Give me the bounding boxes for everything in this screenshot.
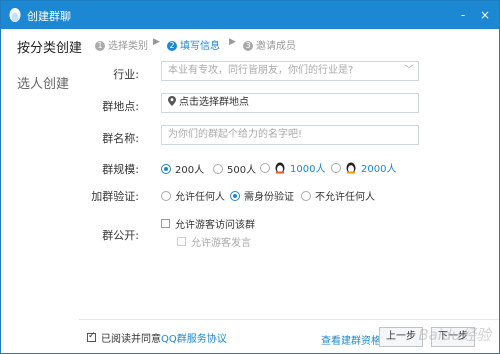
svip-penguin-icon bbox=[346, 162, 356, 174]
step-arrow-icon: ▶ bbox=[153, 37, 160, 47]
view-eligibility-link[interactable]: 查看建群资格 bbox=[321, 332, 381, 347]
agree-checkbox[interactable]: 已阅读并同意QQ群服务协议 bbox=[87, 330, 227, 345]
window-title: 创建群聊 bbox=[27, 10, 71, 23]
qq-penguin-icon bbox=[9, 8, 21, 22]
size-200-radio[interactable]: 200人 bbox=[161, 161, 204, 176]
step-arrow-icon: ▶ bbox=[229, 37, 236, 47]
allow-guest-speak-checkbox[interactable]: 允许游客发言 bbox=[177, 234, 251, 249]
public-label: 群公开: bbox=[102, 229, 139, 242]
step-2: 2 填写信息 bbox=[167, 37, 220, 52]
location-pin-icon bbox=[168, 96, 176, 106]
size-2000-radio[interactable]: 2000人 bbox=[331, 160, 396, 175]
sidebar-item-by-people[interactable]: 选人创建 bbox=[17, 73, 69, 92]
verify-anyone-radio[interactable]: 允许任何人 bbox=[161, 188, 225, 203]
location-label: 群地点: bbox=[102, 100, 139, 113]
sidebar: 按分类创建 选人创建 bbox=[1, 29, 82, 353]
allow-guest-visit-checkbox[interactable]: 允许游客访问该群 bbox=[161, 216, 255, 231]
vip-penguin-icon bbox=[275, 162, 285, 174]
baidu-watermark: Baidu经验 bbox=[418, 326, 491, 344]
size-1000-radio[interactable]: 1000人 bbox=[260, 160, 325, 175]
verify-noone-radio[interactable]: 不允许任何人 bbox=[301, 188, 375, 203]
industry-label: 行业: bbox=[113, 68, 139, 81]
prev-step-button[interactable]: 上一步 bbox=[379, 327, 423, 347]
sidebar-item-by-category[interactable]: 按分类创建 bbox=[17, 37, 82, 56]
step-1: 1 选择类别 bbox=[95, 37, 148, 52]
industry-select[interactable]: 本业有专攻，同行皆朋友，你们的行业是? ﹀ bbox=[161, 61, 419, 81]
close-button[interactable]: × bbox=[477, 7, 493, 23]
verify-identity-radio[interactable]: 需身份验证 bbox=[230, 188, 294, 203]
group-name-label: 群名称: bbox=[102, 132, 139, 145]
service-agreement-link[interactable]: QQ群服务协议 bbox=[161, 330, 227, 345]
minimize-button[interactable]: - bbox=[455, 7, 471, 23]
verify-label: 加群验证: bbox=[91, 190, 139, 203]
title-bar: 创建群聊 - × bbox=[1, 1, 499, 29]
size-500-radio[interactable]: 500人 bbox=[213, 161, 256, 176]
chevron-down-icon: ﹀ bbox=[404, 65, 414, 76]
step-3: 3 邀请成员 bbox=[243, 37, 296, 52]
location-field[interactable]: 点击选择群地点 bbox=[161, 93, 419, 113]
create-group-window: 创建群聊 - × 按分类创建 选人创建 1 选择类别 ▶ 2 填写信息 ▶ 3 邀请成… bbox=[0, 0, 500, 354]
group-size-label: 群规模: bbox=[102, 163, 139, 176]
group-name-input[interactable]: 为你们的群起个给力的名字吧! bbox=[161, 125, 419, 145]
